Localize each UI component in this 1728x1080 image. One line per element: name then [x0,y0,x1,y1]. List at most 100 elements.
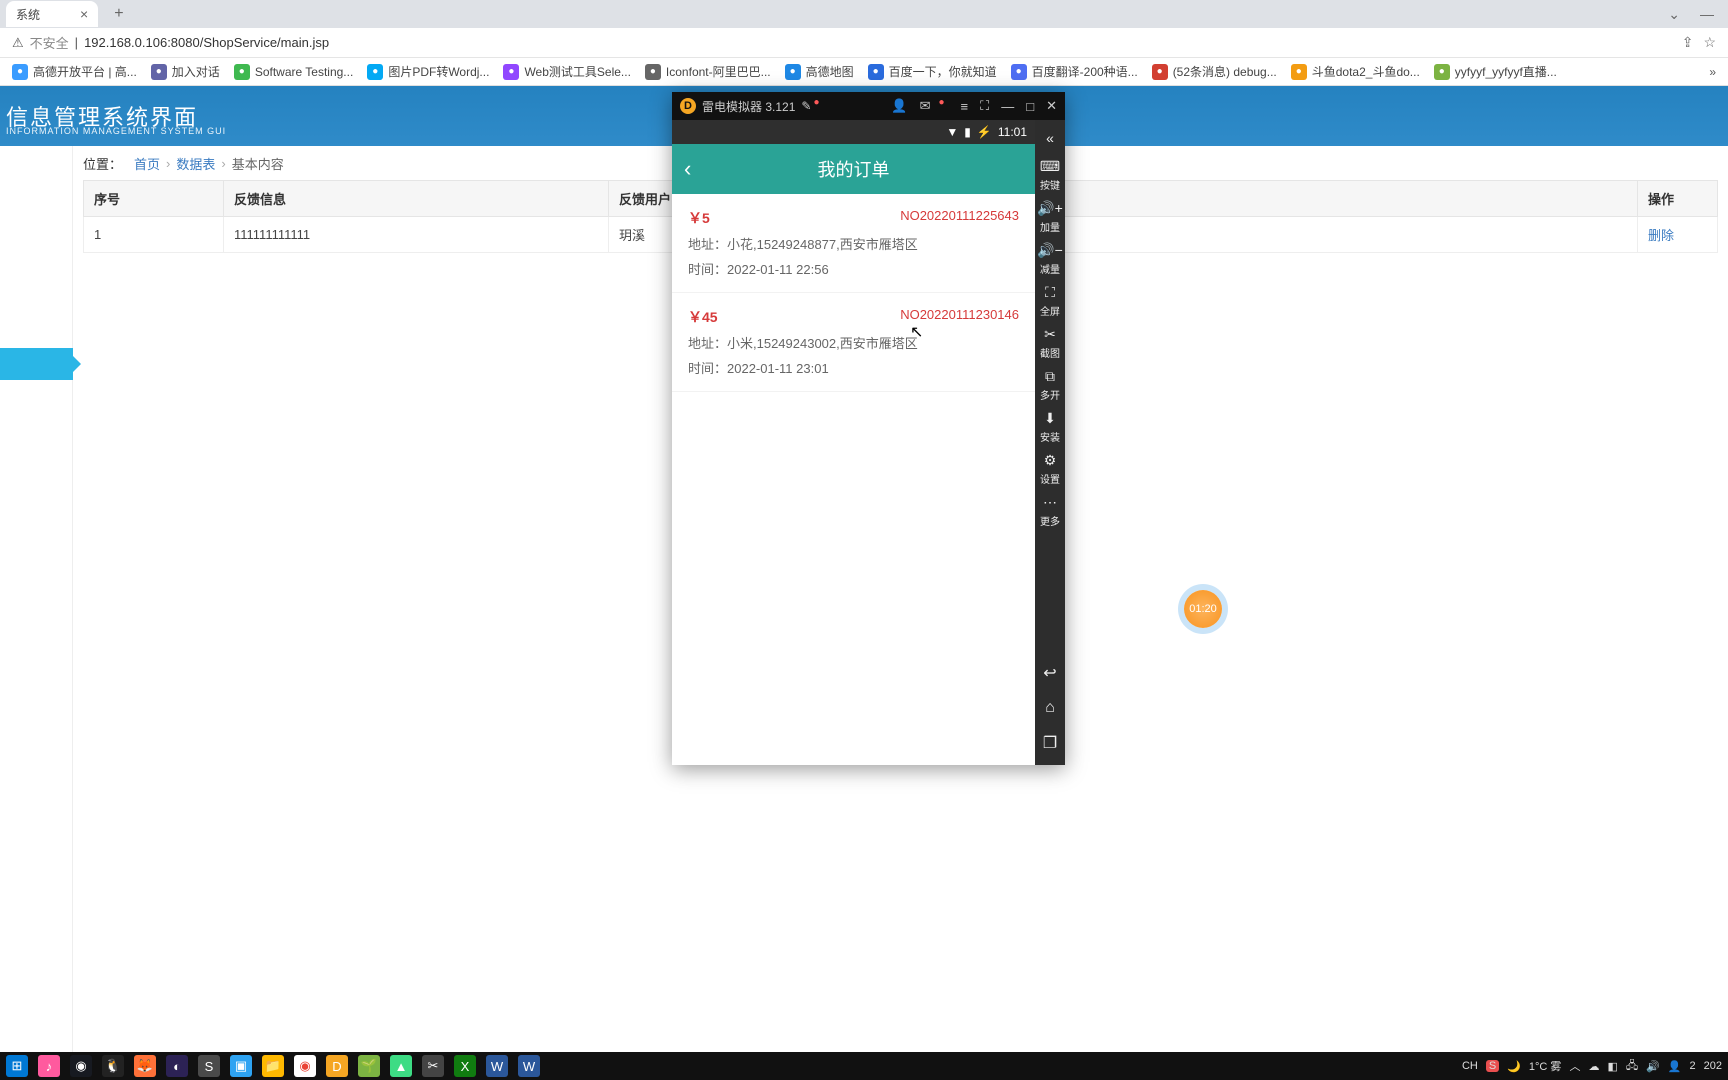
excel-icon[interactable]: X [454,1055,476,1077]
word-icon[interactable]: W [518,1055,540,1077]
android-screen: ▼ ▮ ⚡ 11:01 ‹ 我的订单 ￥5NO20220111225643地址：… [672,120,1035,765]
window-minimize-icon[interactable]: — [1692,6,1722,23]
bookmark-item[interactable]: ●加入对话 [151,63,220,80]
bookmark-item[interactable]: ●百度翻译-200种语... [1011,63,1138,80]
taskbar-app-icon[interactable]: ✂ [422,1055,444,1077]
android-back-icon[interactable]: ↩ [1043,657,1056,689]
firefox-icon[interactable]: 🦊 [134,1055,156,1077]
emulator-sidebar-加量[interactable]: 🔊+加量 [1037,196,1063,238]
order-time: 时间：2022-01-11 23:01 [688,358,1019,377]
order-card[interactable]: ￥45NO20220111230146地址：小米,15249243002,西安市… [672,293,1035,392]
bookmark-favicon-icon: ● [367,64,383,80]
bookmark-label: Software Testing... [255,65,354,79]
steam-icon[interactable]: ◉ [70,1055,92,1077]
sidebar-active-indicator[interactable] [0,348,73,380]
bookmark-label: 斗鱼dota2_斗鱼do... [1312,63,1420,80]
breadcrumb-label: 位置： [83,154,122,173]
sogou-icon[interactable]: S [1486,1060,1499,1072]
order-price: ￥45 [688,307,718,327]
browser-tab[interactable]: 系统 × [6,1,98,27]
bookmark-item[interactable]: ●高德开放平台 | 高... [12,63,137,80]
tray-icon[interactable]: 👤 [1668,1060,1682,1073]
emulator-sidebar-按键[interactable]: ⌨按键 [1037,154,1063,196]
android-studio-icon[interactable]: ▲ [390,1055,412,1077]
weather-text[interactable]: 1°C 雾 [1529,1058,1562,1074]
bookmark-item[interactable]: ●Web测试工具Sele... [503,63,630,80]
taskbar-app-icon[interactable]: 🌱 [358,1055,380,1077]
ldplayer-icon[interactable]: D [326,1055,348,1077]
tab-close-icon[interactable]: × [80,6,88,22]
col-msg: 反馈信息 [224,181,609,217]
volume-icon[interactable]: 🔊 [1646,1060,1660,1073]
sidebar-icon: ✂ [1044,326,1056,343]
android-recent-icon[interactable]: ❐ [1043,727,1057,759]
emulator-sidebar-更多[interactable]: ⋯更多 [1037,490,1063,532]
tray-chevron-icon[interactable]: ︿ [1569,1058,1580,1074]
bookmark-label: Iconfont-阿里巴巴... [666,63,771,80]
minimize-icon[interactable]: — [1001,99,1014,114]
emulator-sidebar-多开[interactable]: ⧉多开 [1037,364,1063,406]
taskbar-app-icon[interactable]: ▣ [230,1055,252,1077]
share-icon[interactable]: ⇪ [1682,34,1694,51]
clock-time[interactable]: 2 [1690,1060,1696,1072]
timer-value: 01:20 [1189,603,1217,615]
delete-link[interactable]: 删除 [1648,228,1674,243]
bookmark-favicon-icon: ● [1434,64,1450,80]
tray-icon[interactable]: ◧ [1607,1060,1617,1073]
taskbar-app-icon[interactable]: ♪ [38,1055,60,1077]
bookmark-favicon-icon: ● [1152,64,1168,80]
bookmark-item[interactable]: ● 图片PDF转Wordj... [367,63,489,80]
chrome-icon[interactable]: ◉ [294,1055,316,1077]
bookmark-item[interactable]: ●(52条消息) debug... [1152,63,1277,80]
bookmark-label: 图片PDF转Wordj... [388,63,489,80]
bookmark-item[interactable]: ●斗鱼dota2_斗鱼do... [1291,63,1420,80]
bookmark-item[interactable]: ●百度一下，你就知道 [868,63,997,80]
bookmark-item[interactable]: ●yyfyyf_yyfyyf直播... [1434,63,1557,80]
back-icon[interactable]: ‹ [684,156,691,182]
eclipse-icon[interactable]: ◐ [166,1055,188,1077]
emulator-sidebar-减量[interactable]: 🔊−减量 [1037,238,1063,280]
system-tray[interactable]: CH S 🌙 1°C 雾 ︿ ☁ ◧ 🖧 🔊 👤 2 202 [1462,1057,1722,1076]
mail-icon[interactable]: ✉ [920,98,931,114]
bookmark-item[interactable]: ●高德地图 [785,63,854,80]
emulator-sidebar-全屏[interactable]: ⛶全屏 [1037,280,1063,322]
wand-icon[interactable]: ✎ [801,99,811,113]
emulator-titlebar[interactable]: D 雷电模拟器 3.121 ✎● 👤 ✉● ≡ ⛶ — □ ✕ [672,92,1065,120]
bookmark-label: Web测试工具Sele... [524,63,630,80]
expand-icon[interactable]: ⛶ [980,98,989,114]
close-icon[interactable]: ✕ [1046,98,1057,114]
bookmark-favicon-icon: ● [12,64,28,80]
ime-indicator[interactable]: CH [1462,1060,1478,1072]
taskbar-app-icon[interactable]: 🐧 [102,1055,124,1077]
sidebar-icon: ⬇ [1044,410,1056,427]
tab-title: 系统 [16,6,40,23]
bookmarks-overflow-icon[interactable]: » [1709,65,1716,79]
url-text[interactable]: 192.168.0.106:8080/ShopService/main.jsp [84,35,329,50]
bookmark-item[interactable]: ●Iconfont-阿里巴巴... [645,63,771,80]
order-list[interactable]: ￥5NO20220111225643地址：小花,15249248877,西安市雁… [672,194,1035,765]
menu-icon[interactable]: ≡ [961,99,969,114]
breadcrumb-home[interactable]: 首页 [134,154,160,173]
start-button[interactable]: ⊞ [6,1055,28,1077]
windows-taskbar[interactable]: ⊞ ♪ ◉ 🐧 🦊 ◐ S ▣ 📁 ◉ D 🌱 ▲ ✂ X W W CH S 🌙… [0,1052,1728,1080]
word-icon[interactable]: W [486,1055,508,1077]
network-icon[interactable]: 🖧 [1626,1057,1638,1076]
new-tab-button[interactable]: + [106,5,131,23]
sublime-icon[interactable]: S [198,1055,220,1077]
order-card[interactable]: ￥5NO20220111225643地址：小花,15249248877,西安市雁… [672,194,1035,293]
android-home-icon[interactable]: ⌂ [1045,693,1055,723]
emulator-sidebar-安装[interactable]: ⬇安装 [1037,406,1063,448]
cloud-icon[interactable]: ☁ [1588,1060,1599,1073]
banner-subtitle: INFORMATION MANAGEMENT SYSTEM GUI [6,126,226,136]
emulator-sidebar-截图[interactable]: ✂截图 [1037,322,1063,364]
star-icon[interactable]: ☆ [1703,34,1716,51]
explorer-icon[interactable]: 📁 [262,1055,284,1077]
breadcrumb-data[interactable]: 数据表 [176,154,215,173]
maximize-icon[interactable]: □ [1026,99,1034,114]
timer-badge[interactable]: 01:20 [1184,590,1222,628]
bookmark-item[interactable]: ●Software Testing... [234,64,354,80]
emulator-sidebar-设置[interactable]: ⚙设置 [1037,448,1063,490]
collapse-icon[interactable]: « [1046,126,1054,150]
user-icon[interactable]: 👤 [891,98,907,114]
chevron-down-icon[interactable]: ⌄ [1660,6,1688,23]
